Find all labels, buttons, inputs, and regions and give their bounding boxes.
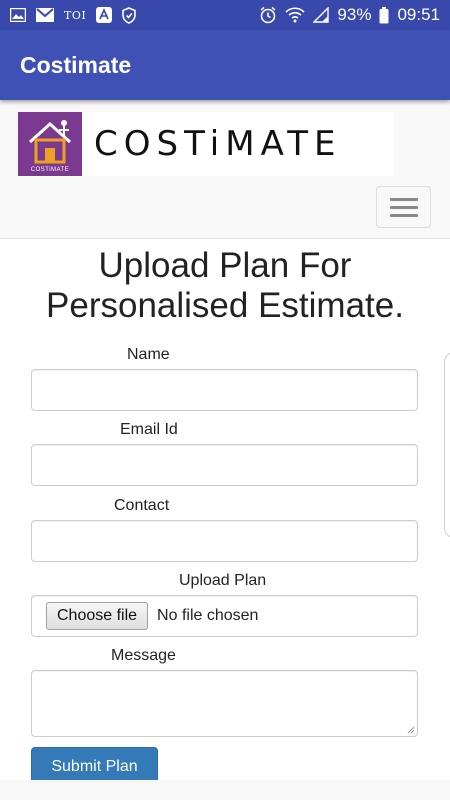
no-file-chosen-text: No file chosen	[157, 607, 259, 624]
heading-line-1: Upload Plan For	[98, 246, 352, 285]
resize-handle-icon[interactable]	[407, 726, 415, 734]
contact-label: Contact	[114, 497, 170, 514]
side-panel-tab[interactable]	[444, 352, 450, 538]
battery-icon	[379, 6, 389, 24]
hamburger-icon	[389, 197, 418, 201]
alarm-icon	[259, 6, 277, 24]
hamburger-icon-line	[389, 213, 418, 217]
logo-mini-text: COSTiMATE	[30, 167, 70, 173]
email-label: Email Id	[120, 421, 178, 438]
name-label: Name	[127, 346, 170, 363]
wifi-icon	[285, 7, 305, 23]
email-field[interactable]	[31, 444, 418, 486]
battery-percent: 93%	[337, 5, 372, 24]
contact-field[interactable]	[31, 520, 418, 562]
nav-toggle-button[interactable]	[376, 186, 431, 228]
upload-plan-label: Upload Plan	[179, 572, 267, 589]
page-heading: Upload Plan For Personalised Estimate.	[0, 246, 450, 326]
site-navbar: COSTiMATE COSTiMATE	[0, 100, 450, 239]
toi-icon: TOI	[64, 8, 87, 22]
gmail-icon	[36, 6, 54, 24]
heading-line-2: Personalised Estimate.	[46, 286, 404, 325]
acrobat-icon	[96, 6, 113, 24]
shield-icon	[122, 6, 137, 24]
message-label: Message	[111, 647, 176, 664]
name-field[interactable]	[31, 369, 418, 411]
gallery-icon	[10, 6, 26, 24]
house-logo-icon: COSTiMATE	[18, 112, 82, 176]
logo-wordmark: COSTiMATE	[94, 124, 342, 164]
site-logo[interactable]: COSTiMATE COSTiMATE	[18, 112, 394, 176]
message-field[interactable]	[31, 670, 418, 737]
app-bar: Costimate	[0, 30, 450, 100]
status-bar: TOI 93% 09:51	[0, 0, 450, 30]
upload-plan-field: Choose file No file chosen	[31, 595, 418, 637]
choose-file-button[interactable]: Choose file	[46, 602, 149, 630]
clock-time: 09:51	[397, 5, 440, 24]
hamburger-icon-line	[389, 205, 418, 209]
signal-icon	[313, 7, 330, 23]
app-title: Costimate	[20, 51, 132, 78]
page-footer-strip	[0, 780, 450, 800]
